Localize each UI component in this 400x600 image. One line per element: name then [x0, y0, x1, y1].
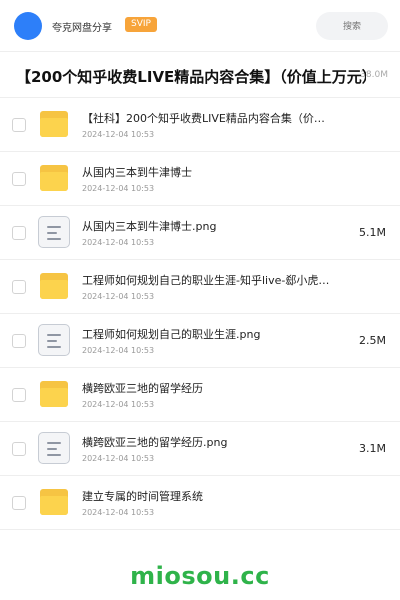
- row-checkbox[interactable]: [12, 496, 26, 510]
- row-checkbox[interactable]: [12, 388, 26, 402]
- search-input[interactable]: [316, 12, 388, 40]
- file-date: 2024-12-04 10:53: [82, 130, 155, 139]
- file-name: 工程师如何规划自己的职业生涯.png: [82, 328, 261, 341]
- file-size: 5.1M: [359, 226, 386, 239]
- username: 夸克网盘分享: [52, 23, 112, 34]
- image-file-icon: [38, 216, 70, 248]
- file-size: 2.5M: [359, 334, 386, 347]
- file-date: 2024-12-04 10:53: [82, 184, 155, 193]
- folder-icon: [38, 162, 70, 194]
- list-item[interactable]: 【社科】200个知乎收费LIVE精品内容合集（价值… 2024-12-04 10:…: [0, 98, 400, 152]
- file-name: 横跨欧亚三地的留学经历.png: [82, 436, 228, 449]
- file-date: 2024-12-04 10:53: [82, 238, 155, 247]
- file-name: 从国内三本到牛津博士.png: [82, 220, 217, 233]
- list-item[interactable]: 工程师如何规划自己的职业生涯.png 2024-12-04 10:53 2.5M: [0, 314, 400, 368]
- avatar[interactable]: [14, 12, 42, 40]
- folder-title-bar: 38.0M 【200个知乎收费LIVE精品内容合集】（价值上万元）: [0, 52, 400, 98]
- file-date: 2024-12-04 10:53: [82, 346, 155, 355]
- watermark: miosou.cc: [130, 562, 270, 590]
- page-title: 【200个知乎收费LIVE精品内容合集】（价值上万元）: [16, 68, 366, 86]
- list-item[interactable]: 横跨欧亚三地的留学经历 2024-12-04 10:53: [0, 368, 400, 422]
- list-item[interactable]: 横跨欧亚三地的留学经历.png 2024-12-04 10:53 3.1M: [0, 422, 400, 476]
- row-checkbox[interactable]: [12, 172, 26, 186]
- list-item[interactable]: 从国内三本到牛津博士.png 2024-12-04 10:53 5.1M: [0, 206, 400, 260]
- svip-badge: SVIP: [125, 17, 157, 32]
- file-date: 2024-12-04 10:53: [82, 508, 155, 517]
- file-date: 2024-12-04 10:53: [82, 400, 155, 409]
- file-name: 【社科】200个知乎收费LIVE精品内容合集（价值…: [82, 112, 332, 125]
- folder-icon: [38, 378, 70, 410]
- header: 夸克网盘分享 SVIP: [0, 0, 400, 52]
- folder-icon: [38, 486, 70, 518]
- file-name: 工程师如何规划自己的职业生涯-知乎live-郄小虎…: [82, 274, 330, 287]
- list-item[interactable]: 从国内三本到牛津博士 2024-12-04 10:53: [0, 152, 400, 206]
- folder-icon: [38, 108, 70, 140]
- image-file-icon: [38, 324, 70, 356]
- file-date: 2024-12-04 10:53: [82, 292, 155, 301]
- file-date: 2024-12-04 10:53: [82, 454, 155, 463]
- row-checkbox[interactable]: [12, 280, 26, 294]
- row-checkbox[interactable]: [12, 334, 26, 348]
- file-size: 3.1M: [359, 442, 386, 455]
- folder-icon: [38, 270, 70, 302]
- file-list: 【社科】200个知乎收费LIVE精品内容合集（价值… 2024-12-04 10:…: [0, 98, 400, 530]
- list-item[interactable]: 工程师如何规划自己的职业生涯-知乎live-郄小虎… 2024-12-04 10:…: [0, 260, 400, 314]
- file-name: 从国内三本到牛津博士: [82, 166, 192, 179]
- row-checkbox[interactable]: [12, 118, 26, 132]
- row-checkbox[interactable]: [12, 442, 26, 456]
- image-file-icon: [38, 432, 70, 464]
- file-name: 建立专属的时间管理系统: [82, 490, 203, 503]
- list-item[interactable]: 建立专属的时间管理系统 2024-12-04 10:53: [0, 476, 400, 530]
- row-checkbox[interactable]: [12, 226, 26, 240]
- file-name: 横跨欧亚三地的留学经历: [82, 382, 203, 395]
